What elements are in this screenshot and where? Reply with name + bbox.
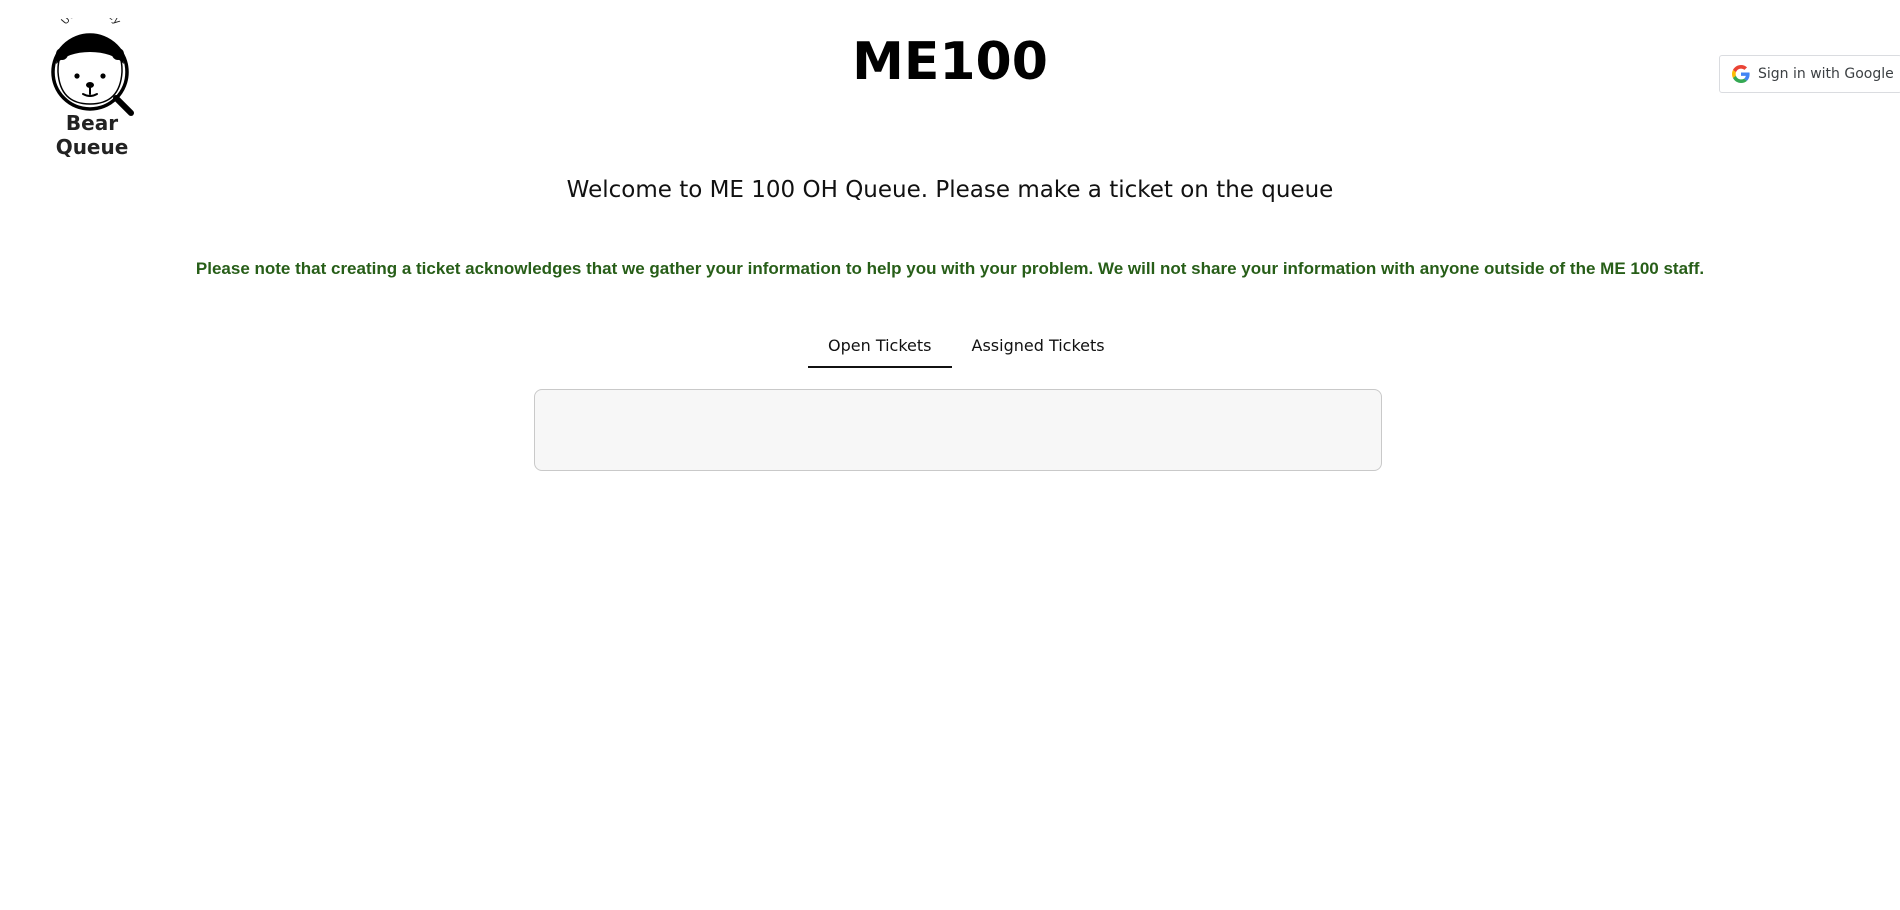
page: Uc berkeley Bear Queue ME100 (0, 0, 1900, 910)
sign-in-button-label: Sign in with Google (1758, 66, 1894, 82)
welcome-message: Welcome to ME 100 OH Queue. Please make … (566, 177, 1334, 203)
ticket-tabs: Open Tickets Assigned Tickets (808, 326, 1125, 368)
tab-assigned-tickets[interactable]: Assigned Tickets (952, 326, 1125, 368)
ticket-list-panel (534, 389, 1382, 471)
brand-name: Bear Queue (55, 111, 129, 159)
tab-open-tickets[interactable]: Open Tickets (808, 326, 952, 368)
sign-in-with-google-button[interactable]: Sign in with Google (1719, 55, 1900, 93)
privacy-notice: Please note that creating a ticket ackno… (195, 259, 1705, 278)
logo-arc-text: Uc berkeley (60, 18, 123, 27)
page-title: ME100 (852, 32, 1048, 92)
google-g-icon (1732, 65, 1750, 83)
